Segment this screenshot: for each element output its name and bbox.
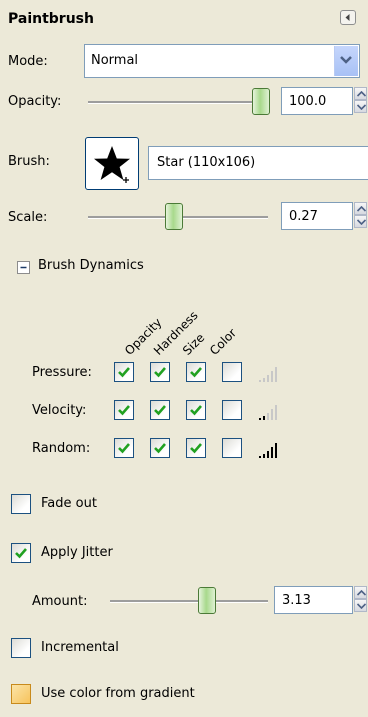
random-label: Random: — [32, 441, 91, 456]
amount-label: Amount: — [32, 594, 88, 609]
star-brush-icon — [94, 146, 130, 183]
velocity-color-checkbox[interactable] — [222, 400, 242, 420]
pressure-size-checkbox[interactable] — [186, 362, 206, 382]
amount-spin-buttons[interactable] — [354, 586, 367, 614]
pressure-hardness-checkbox[interactable] — [150, 362, 170, 382]
arrow-up-icon — [357, 206, 366, 212]
opacity-label: Opacity: — [8, 94, 62, 109]
checkmark-icon — [15, 548, 27, 559]
checkmark-icon — [190, 367, 202, 378]
dropdown-button[interactable] — [334, 46, 358, 76]
checkmark-icon — [118, 443, 130, 454]
spin-down-button[interactable] — [354, 100, 367, 113]
apply-jitter-checkbox[interactable] — [11, 543, 31, 563]
checkmark-icon — [118, 367, 130, 378]
opacity-slider-thumb[interactable] — [252, 88, 270, 115]
amount-slider-track[interactable] — [110, 600, 268, 603]
use-gradient-checkbox[interactable] — [11, 684, 31, 704]
amount-spinbox[interactable]: 3.13 — [274, 586, 353, 614]
checkmark-icon — [190, 405, 202, 416]
arrow-down-icon — [357, 219, 366, 225]
opacity-spin-buttons[interactable] — [354, 87, 367, 115]
opacity-spinbox[interactable]: 100.0 — [281, 87, 353, 115]
opacity-slider-track[interactable] — [88, 101, 268, 104]
panel-title: Paintbrush — [8, 11, 94, 27]
brush-name: Star (110x106) — [157, 155, 256, 170]
chevron-down-icon — [340, 56, 352, 64]
random-hardness-checkbox[interactable] — [150, 438, 170, 458]
scale-value: 0.27 — [289, 209, 318, 224]
mode-select[interactable]: Normal — [84, 44, 360, 78]
apply-jitter-label: Apply Jitter — [41, 545, 113, 560]
collapse-toggle[interactable] — [17, 261, 30, 274]
checkmark-icon — [154, 367, 166, 378]
spin-up-button[interactable] — [354, 202, 367, 215]
pressure-curve-icon[interactable] — [258, 365, 282, 383]
arrow-up-icon — [357, 91, 366, 97]
spin-down-button[interactable] — [354, 215, 367, 228]
scale-slider-thumb[interactable] — [165, 203, 183, 230]
mode-value: Normal — [91, 53, 139, 68]
checkmark-icon — [154, 443, 166, 454]
pressure-opacity-checkbox[interactable] — [114, 362, 134, 382]
amount-slider-thumb[interactable] — [198, 587, 216, 614]
spin-up-button[interactable] — [354, 87, 367, 100]
brush-label: Brush: — [8, 154, 50, 169]
opacity-value: 100.0 — [289, 94, 327, 109]
mode-label: Mode: — [8, 54, 48, 69]
scale-label: Scale: — [8, 210, 48, 225]
fade-out-label: Fade out — [41, 496, 97, 511]
fade-out-checkbox[interactable] — [11, 494, 31, 514]
collapse-button[interactable] — [340, 10, 356, 25]
incremental-checkbox[interactable] — [11, 638, 31, 658]
spin-up-button[interactable] — [354, 586, 367, 599]
scale-spinbox[interactable]: 0.27 — [281, 202, 353, 230]
velocity-hardness-checkbox[interactable] — [150, 400, 170, 420]
checkmark-icon — [154, 405, 166, 416]
column-header-color: Color — [207, 325, 240, 358]
pressure-color-checkbox[interactable] — [222, 362, 242, 382]
velocity-label: Velocity: — [32, 403, 87, 418]
brush-preview-button[interactable] — [85, 137, 139, 190]
minus-icon — [20, 266, 27, 269]
incremental-label: Incremental — [41, 640, 119, 655]
random-opacity-checkbox[interactable] — [114, 438, 134, 458]
triangle-left-icon — [345, 14, 350, 21]
brush-name-field[interactable]: Star (110x106) — [148, 146, 368, 180]
velocity-size-checkbox[interactable] — [186, 400, 206, 420]
velocity-curve-icon[interactable] — [258, 403, 282, 421]
arrow-down-icon — [357, 104, 366, 110]
checkmark-icon — [118, 405, 130, 416]
arrow-up-icon — [357, 590, 366, 596]
random-size-checkbox[interactable] — [186, 438, 206, 458]
pressure-label: Pressure: — [32, 365, 92, 380]
random-color-checkbox[interactable] — [222, 438, 242, 458]
velocity-opacity-checkbox[interactable] — [114, 400, 134, 420]
spin-down-button[interactable] — [354, 599, 367, 612]
use-gradient-label: Use color from gradient — [41, 686, 195, 701]
checkmark-icon — [190, 443, 202, 454]
scale-spin-buttons[interactable] — [354, 202, 367, 230]
brush-dynamics-header: Brush Dynamics — [38, 258, 144, 273]
random-curve-icon[interactable] — [258, 441, 282, 459]
arrow-down-icon — [357, 603, 366, 609]
amount-value: 3.13 — [282, 593, 311, 608]
